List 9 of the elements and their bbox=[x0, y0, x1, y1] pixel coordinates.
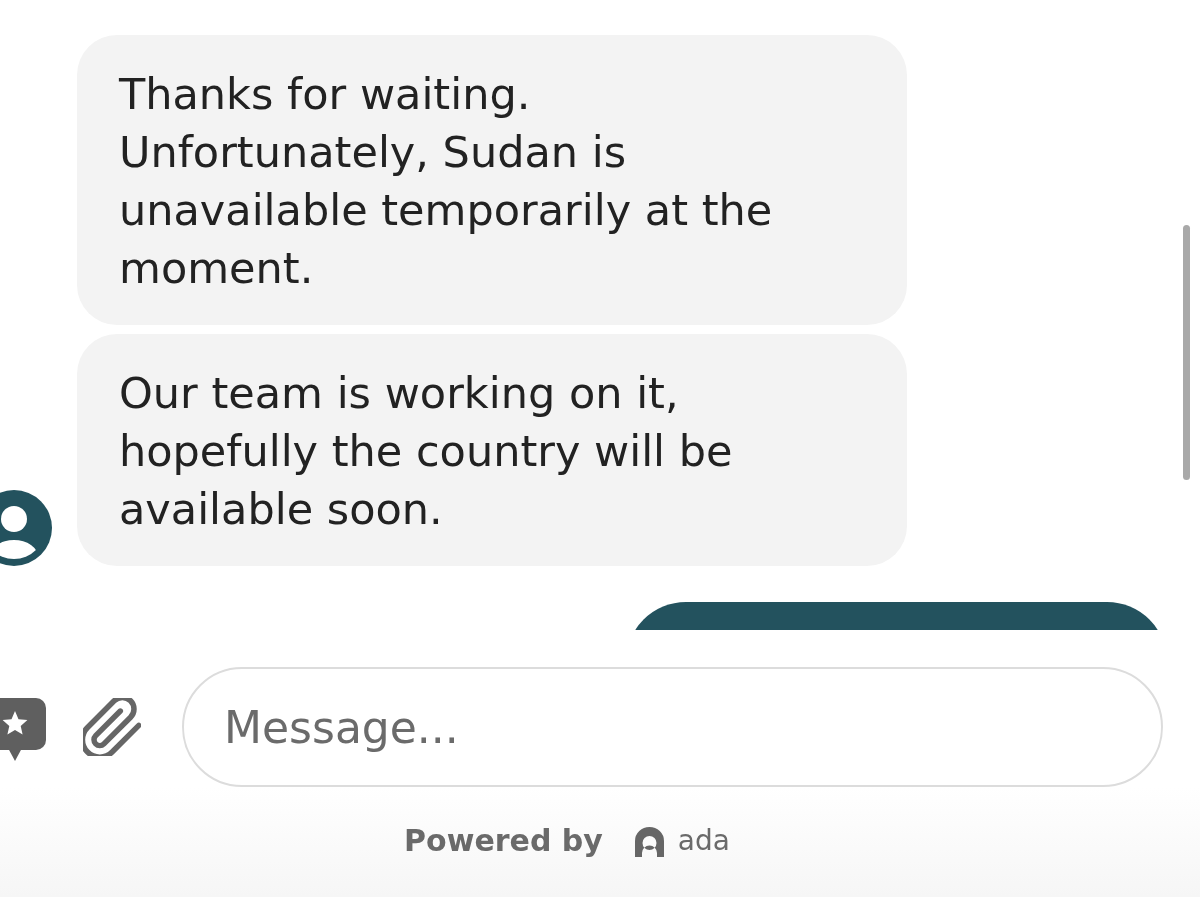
paperclip-icon[interactable] bbox=[83, 698, 141, 756]
message-text: Our team is working on it, hopefully the country will be available soon. bbox=[119, 368, 733, 534]
scrollbar-thumb[interactable] bbox=[1183, 225, 1190, 480]
brand-name[interactable]: ada bbox=[677, 823, 730, 859]
star-speech-bubble-icon[interactable] bbox=[0, 698, 46, 762]
logo-icon bbox=[634, 827, 664, 857]
message-text: Thanks for waiting. Unfortunately, Sudan is unavailable temporarily at the moment. bbox=[119, 69, 773, 293]
message-input[interactable]: Message... bbox=[182, 667, 1163, 787]
powered-by-label: Powered by bbox=[404, 823, 603, 859]
